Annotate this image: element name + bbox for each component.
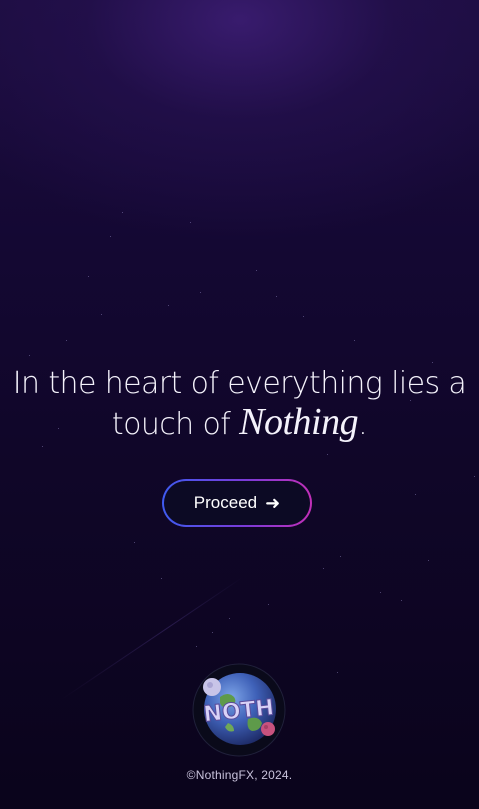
headline-line-2: touch of Nothing. bbox=[0, 403, 479, 444]
hero-headline: In the heart of everything lies a touch … bbox=[0, 364, 479, 444]
headline-line-1: In the heart of everything lies a bbox=[12, 366, 467, 401]
copyright-footer: ©NothingFX, 2024. bbox=[186, 768, 293, 782]
headline-line-2-suffix: . bbox=[358, 407, 368, 442]
arrow-right-icon: ➜ bbox=[265, 493, 281, 513]
headline-line-2-prefix: touch of bbox=[111, 407, 240, 442]
proceed-button-label: Proceed bbox=[193, 493, 258, 512]
nothing-planet-logo: NOTH bbox=[192, 663, 286, 757]
brand-word: Nothing bbox=[239, 401, 359, 443]
proceed-button[interactable]: Proceed ➜ bbox=[162, 479, 312, 527]
proceed-button-inner[interactable]: Proceed ➜ bbox=[164, 481, 310, 525]
